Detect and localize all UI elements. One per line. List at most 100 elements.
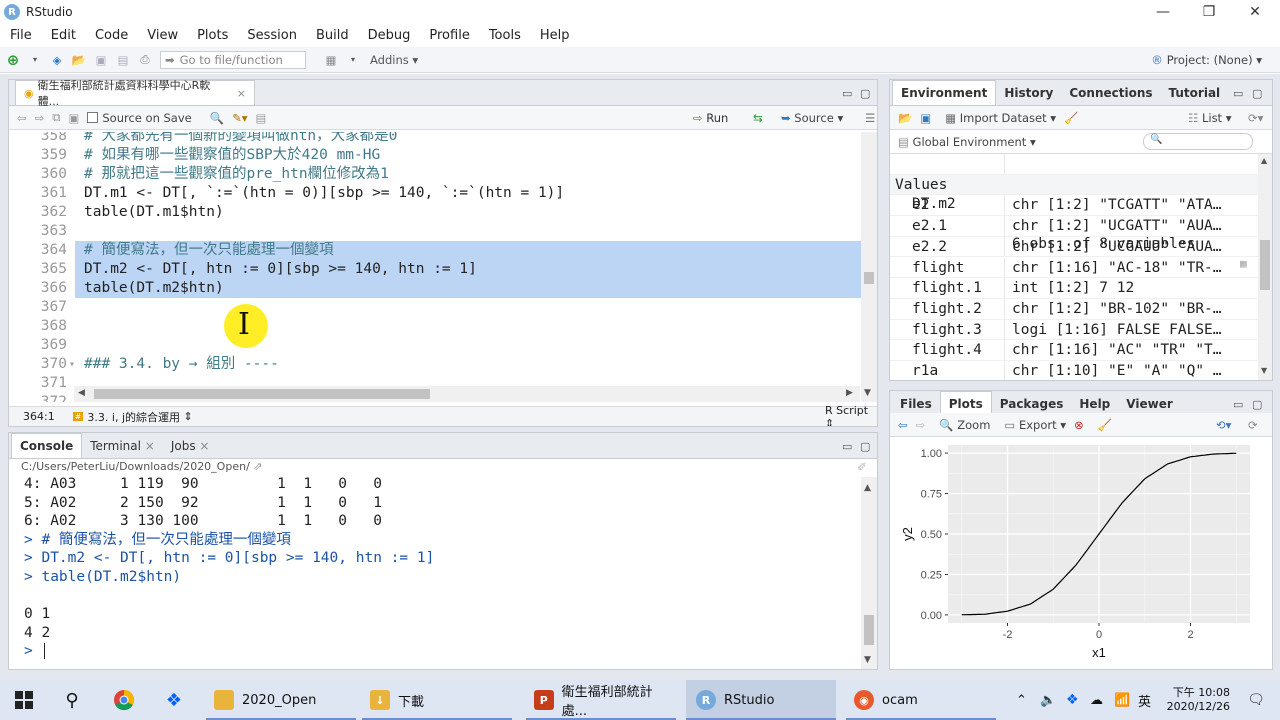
minimize-pane-icon[interactable]: ▭: [1233, 398, 1243, 411]
scroll-down-icon[interactable]: ▼: [1261, 366, 1267, 375]
editor-vscrollbar[interactable]: ▼: [861, 132, 877, 402]
close-icon[interactable]: ×: [199, 439, 209, 453]
tab-terminal[interactable]: Terminal ×: [82, 434, 163, 458]
taskbar-item-downloads[interactable]: ↓ 下載: [362, 680, 512, 720]
volume-icon[interactable]: 🔈: [1040, 680, 1056, 720]
console-vscroll-thumb[interactable]: [864, 615, 874, 645]
chrome-icon[interactable]: [106, 680, 142, 720]
remove-plot-icon[interactable]: ⊗: [1074, 418, 1084, 432]
magic-wand-icon[interactable]: ✎▾: [232, 111, 247, 125]
environment-row[interactable]: flight.1 int [1:2] 7 12: [890, 278, 1258, 299]
minimize-button[interactable]: —: [1140, 0, 1186, 24]
environment-search-input[interactable]: 🔍: [1143, 133, 1253, 150]
environment-row[interactable]: flight.2 chr [1:2] "BR-102" "BR-…: [890, 298, 1258, 320]
show-in-window-icon[interactable]: ⧉: [52, 110, 60, 125]
editor-vscroll-thumb[interactable]: [864, 272, 874, 284]
publish-icon[interactable]: ⟲▾: [1216, 418, 1231, 432]
chevron-down-icon[interactable]: ▾: [344, 50, 362, 70]
previous-plot-icon[interactable]: ⇦: [898, 418, 908, 432]
maximize-pane-icon[interactable]: ▢: [1252, 87, 1262, 100]
code-line[interactable]: 365 DT.m2 <- DT[, htn := 0][sbp >= 140, h…: [9, 260, 877, 279]
run-button[interactable]: ⇨ Run: [693, 111, 728, 125]
environment-row[interactable]: e2.1 chr [1:2] "UCGATT" "AUA…: [890, 216, 1258, 237]
code-editor[interactable]: 358 # 大家都先有一個新的變項叫做htn，大家都是0 359 # 如果有哪一些觀察…: [9, 132, 877, 402]
fold-icon[interactable]: ▾: [69, 355, 75, 374]
close-button[interactable]: ✕: [1232, 0, 1278, 24]
open-file-icon[interactable]: 📂: [70, 50, 88, 70]
forward-arrow-icon[interactable]: ⇨: [35, 111, 45, 125]
chevron-down-icon[interactable]: ▾: [26, 50, 44, 70]
broom-icon[interactable]: 🧹: [1064, 111, 1078, 125]
code-line[interactable]: 368: [9, 317, 877, 336]
menu-help[interactable]: Help: [531, 28, 579, 43]
section-navigator[interactable]: #3.3. i, j的綜合運用 ⇕: [72, 409, 193, 425]
minimize-pane-icon[interactable]: ▭: [1233, 87, 1243, 100]
save-all-icon[interactable]: ▤: [114, 50, 132, 70]
menu-session[interactable]: Session: [238, 28, 306, 43]
taskbar-item-folder[interactable]: 2020_Open: [206, 680, 356, 720]
menu-code[interactable]: Code: [86, 28, 137, 43]
environment-row[interactable]: flight chr [1:16] "AC-18" "TR-…: [890, 257, 1258, 279]
clock[interactable]: 下午 10:08 2020/12/26: [1150, 680, 1230, 720]
grid-layout-icon[interactable]: ▦: [322, 50, 340, 70]
minimize-pane-icon[interactable]: ▭: [842, 440, 852, 453]
maximize-pane-icon[interactable]: ▢: [1252, 398, 1262, 411]
menu-view[interactable]: View: [138, 28, 187, 43]
cloud-icon[interactable]: ☁: [1090, 680, 1103, 720]
load-workspace-icon[interactable]: 📂: [898, 111, 912, 125]
tab-console[interactable]: Console: [11, 433, 83, 458]
rerun-icon[interactable]: ⇆: [753, 111, 763, 125]
import-dataset-button[interactable]: ▦ Import Dataset ▾: [945, 111, 1056, 125]
code-line[interactable]: 370 ### 3.4. by → 組別 ---- ▾: [9, 355, 877, 374]
code-line[interactable]: 360 # 那就把這一些觀察值的pre_htn欄位修改為1: [9, 165, 877, 184]
environment-vscrollbar[interactable]: ▲ ▼: [1258, 154, 1272, 380]
close-icon[interactable]: ×: [237, 87, 246, 100]
scroll-down-icon[interactable]: ▼: [864, 655, 871, 665]
global-environment-menu[interactable]: ▤ Global Environment ▾: [898, 135, 1036, 149]
tab-connections[interactable]: Connections: [1061, 81, 1160, 105]
save-workspace-icon[interactable]: ▣: [920, 111, 931, 125]
environment-row[interactable]: r1a chr [1:10] "E" "A" "Q" …: [890, 361, 1258, 380]
dropbox-icon[interactable]: ❖: [156, 680, 192, 720]
search-icon[interactable]: 🔍: [210, 111, 224, 125]
environment-row[interactable]: e2 chr [1:2] "TCGATT" "ATA…: [890, 195, 1258, 217]
start-button[interactable]: [8, 680, 40, 720]
compile-report-icon[interactable]: ▤: [256, 111, 267, 125]
environment-row[interactable]: flight.4 chr [1:16] "AC" "TR" "T…: [890, 340, 1258, 361]
close-icon[interactable]: ×: [145, 439, 155, 453]
scroll-down-icon[interactable]: ▼: [864, 388, 871, 398]
new-project-icon[interactable]: ◈: [48, 50, 66, 70]
console-path[interactable]: C:/Users/PeterLiu/Downloads/2020_Open/ ⇗: [21, 460, 263, 473]
tab-environment[interactable]: Environment: [892, 80, 997, 105]
menu-build[interactable]: Build: [307, 28, 358, 43]
dropbox-tray-icon[interactable]: ❖: [1066, 680, 1079, 720]
console-output[interactable]: 4: A03 1 119 90 1 1 0 0 5: A02 2 150 92 1…: [9, 476, 859, 669]
save-icon[interactable]: ▣: [92, 50, 110, 70]
scroll-right-icon[interactable]: ▶: [846, 388, 853, 398]
broom-icon[interactable]: 🧹: [1098, 418, 1112, 432]
new-file-icon[interactable]: ⊕: [4, 50, 22, 70]
taskbar-item-ocam[interactable]: ◉ ocam: [846, 680, 996, 720]
menu-profile[interactable]: Profile: [420, 28, 478, 43]
export-button[interactable]: ▭ Export ▾: [1004, 418, 1066, 432]
scroll-left-icon[interactable]: ◀: [78, 388, 85, 398]
menu-tools[interactable]: Tools: [480, 28, 530, 43]
zoom-button[interactable]: 🔍 Zoom: [939, 418, 990, 432]
show-hidden-icons[interactable]: ⌃: [1016, 680, 1027, 720]
next-plot-icon[interactable]: ⇨: [916, 418, 926, 432]
environment-vscroll-thumb[interactable]: [1260, 240, 1270, 290]
editor-hscroll-thumb[interactable]: [94, 389, 430, 399]
refresh-icon[interactable]: ⟳▾: [1248, 111, 1263, 125]
code-line[interactable]: 363: [9, 222, 877, 241]
code-line[interactable]: 361 DT.m1 <- DT[, `:=`(htn = 0)][sbp >= 1…: [9, 184, 877, 203]
menu-file[interactable]: File: [1, 28, 41, 43]
search-icon[interactable]: ⚲: [56, 680, 88, 720]
list-view-menu[interactable]: ☷ List ▾: [1188, 111, 1232, 125]
code-line[interactable]: 369: [9, 336, 877, 355]
wifi-icon[interactable]: 📶: [1114, 680, 1130, 720]
minimize-pane-icon[interactable]: ▭: [842, 87, 852, 100]
data-row[interactable]: ▶ DT.m2 6 obs. of 8 variables ▦: [890, 154, 1258, 270]
outline-icon[interactable]: ☰: [865, 111, 875, 125]
editor-hscrollbar[interactable]: ◀ ▶: [74, 386, 860, 402]
scroll-up-icon[interactable]: ▲: [864, 483, 871, 493]
